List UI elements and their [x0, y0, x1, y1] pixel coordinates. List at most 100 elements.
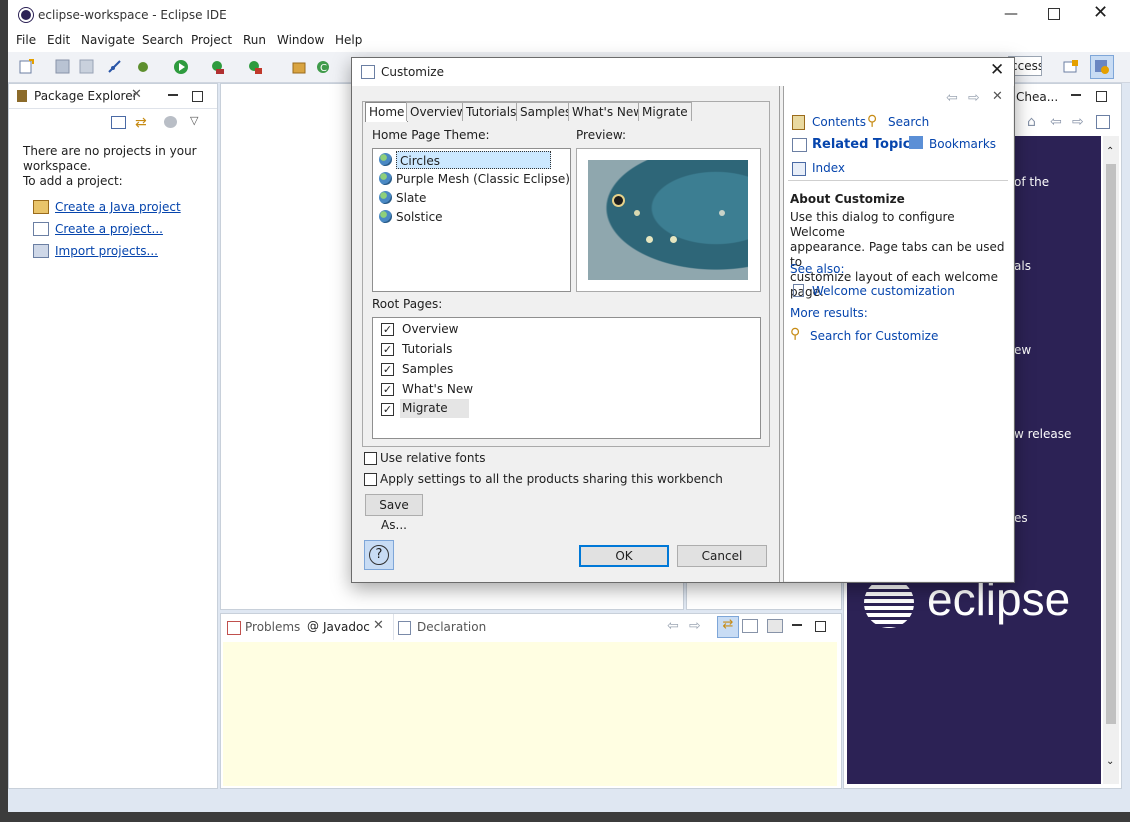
skip-breakpoints-icon[interactable]	[106, 58, 124, 76]
search-for-customize-link[interactable]: Search for Customize	[810, 329, 938, 343]
import-projects-link[interactable]: Import projects...	[55, 244, 158, 258]
view-menu-icon[interactable]: ▽	[190, 114, 198, 127]
tab-overview[interactable]: Overview	[406, 102, 471, 121]
maximize-view-icon[interactable]	[815, 621, 826, 632]
tab-migrate[interactable]: Migrate	[638, 102, 692, 121]
save-icon[interactable]	[54, 58, 72, 76]
menu-file[interactable]: File	[16, 33, 36, 47]
welcome-customization-link[interactable]: Welcome customization	[812, 284, 955, 298]
close-window-icon[interactable]: ✕	[1093, 2, 1108, 23]
theme-item-label: Slate	[396, 191, 427, 205]
help-button[interactable]: ?	[364, 540, 394, 570]
scroll-down-icon[interactable]: ⌄	[1106, 756, 1114, 767]
apply-settings-label[interactable]: Apply settings to all the products shari…	[380, 472, 723, 486]
menu-help[interactable]: Help	[335, 33, 362, 47]
minimize-icon[interactable]: —	[1004, 6, 1018, 22]
related-topics-link[interactable]: Related Topics	[812, 137, 918, 152]
contents-link[interactable]: Contents	[812, 115, 866, 129]
maximize-icon[interactable]	[1048, 8, 1060, 20]
tab-problems[interactable]: Problems	[245, 620, 300, 634]
create-project-link[interactable]: Create a project...	[55, 222, 163, 236]
open-perspective-icon[interactable]	[1062, 58, 1080, 76]
new-class-icon[interactable]: C	[314, 58, 332, 76]
theme-list[interactable]: Circles Purple Mesh (Classic Eclipse) Sl…	[372, 148, 571, 292]
save-as-button[interactable]: Save As...	[365, 494, 423, 532]
tab-home[interactable]: Home	[365, 102, 409, 122]
checkbox-tutorials[interactable]: ✓	[381, 343, 394, 356]
help-pane: ⇦ ⇨ ✕ Contents ⚲ Search Related Topics B…	[784, 86, 1013, 581]
close-dialog-icon[interactable]: ✕	[990, 60, 1004, 80]
link-with-selection-icon[interactable]: ⇄	[717, 616, 739, 638]
debug-icon[interactable]	[134, 58, 152, 76]
back-icon[interactable]: ⇦	[946, 90, 958, 106]
dialog-divider	[779, 86, 780, 582]
tab-tutorials[interactable]: Tutorials	[462, 102, 521, 121]
theme-item-circles[interactable]: Circles	[379, 151, 551, 169]
minimize-view-icon[interactable]	[1071, 94, 1081, 96]
menu-project[interactable]: Project	[191, 33, 232, 47]
ok-button[interactable]: OK	[579, 545, 669, 567]
bookmarks-icon	[909, 136, 923, 149]
open-input-icon[interactable]	[767, 619, 783, 633]
menu-edit[interactable]: Edit	[47, 33, 70, 47]
tab-samples[interactable]: Samples	[516, 102, 576, 121]
cancel-button[interactable]: Cancel	[677, 545, 767, 567]
bookmarks-link[interactable]: Bookmarks	[929, 137, 996, 151]
link-with-editor-icon[interactable]: ⇄	[135, 115, 147, 131]
cheatsheet-tab-label[interactable]: Chea...	[1016, 90, 1058, 104]
checkbox-whats-new[interactable]: ✓	[381, 383, 394, 396]
maximize-view-icon[interactable]	[192, 91, 203, 102]
close-tab-icon[interactable]: ✕	[373, 618, 384, 633]
back-icon[interactable]: ⇦	[667, 618, 679, 634]
home-icon[interactable]: ⌂	[1027, 114, 1036, 130]
maximize-view-icon[interactable]	[1096, 91, 1107, 102]
collapse-all-icon[interactable]	[111, 116, 126, 129]
checkbox-samples[interactable]: ✓	[381, 363, 394, 376]
save-all-icon[interactable]	[78, 58, 96, 76]
search-link[interactable]: Search	[888, 115, 929, 129]
forward-icon[interactable]: ⇨	[689, 618, 701, 634]
use-relative-fonts-checkbox[interactable]	[364, 452, 377, 465]
tab-whats-new[interactable]: What's New	[568, 102, 648, 121]
preview-dot	[634, 210, 640, 216]
index-link[interactable]: Index	[812, 161, 845, 175]
customize-page-icon[interactable]	[1096, 115, 1110, 129]
create-java-project-link[interactable]: Create a Java project	[55, 200, 181, 214]
message-line: There are no projects in your	[23, 144, 197, 158]
tab-declaration[interactable]: Declaration	[417, 620, 486, 634]
open-attached-javadoc-icon[interactable]	[742, 619, 758, 633]
menu-run[interactable]: Run	[243, 33, 266, 47]
theme-label: Home Page Theme:	[372, 128, 490, 142]
tab-javadoc[interactable]: Javadoc	[323, 620, 370, 634]
scroll-up-icon[interactable]: ⌃	[1106, 146, 1114, 157]
filters-icon[interactable]	[164, 116, 177, 128]
checkbox-overview[interactable]: ✓	[381, 323, 394, 336]
java-perspective-icon[interactable]	[1090, 55, 1114, 79]
coverage-icon[interactable]	[208, 58, 226, 76]
theme-preview-image	[588, 160, 748, 280]
run-icon[interactable]	[172, 58, 190, 76]
minimize-view-icon[interactable]	[168, 94, 178, 96]
title-bar: eclipse-workspace - Eclipse IDE — ✕	[8, 0, 1130, 30]
menu-search[interactable]: Search	[142, 33, 183, 47]
new-icon[interactable]	[18, 58, 36, 76]
checkbox-migrate[interactable]: ✓	[381, 403, 394, 416]
back-icon[interactable]: ⇦	[1050, 114, 1062, 130]
use-relative-fonts-label[interactable]: Use relative fonts	[380, 451, 485, 465]
vertical-scrollbar[interactable]: ⌃ ⌄	[1103, 136, 1119, 784]
root-page-label: Overview	[402, 322, 459, 336]
forward-icon[interactable]: ⇨	[968, 90, 980, 106]
theme-icon	[379, 153, 392, 166]
forward-icon[interactable]: ⇨	[1072, 114, 1084, 130]
minimize-view-icon[interactable]	[792, 624, 802, 626]
menu-navigate[interactable]: Navigate	[81, 33, 135, 47]
new-java-package-icon[interactable]	[290, 58, 308, 76]
menu-window[interactable]: Window	[277, 33, 324, 47]
external-tools-icon[interactable]	[246, 58, 264, 76]
apply-settings-checkbox[interactable]	[364, 473, 377, 486]
scrollbar-thumb[interactable]	[1106, 164, 1116, 724]
package-explorer-tab-label[interactable]: Package Explorer	[34, 89, 138, 103]
close-help-icon[interactable]: ✕	[992, 89, 1003, 104]
welcome-fragment: w release	[1014, 427, 1072, 441]
close-tab-icon[interactable]: ✕	[131, 87, 142, 102]
